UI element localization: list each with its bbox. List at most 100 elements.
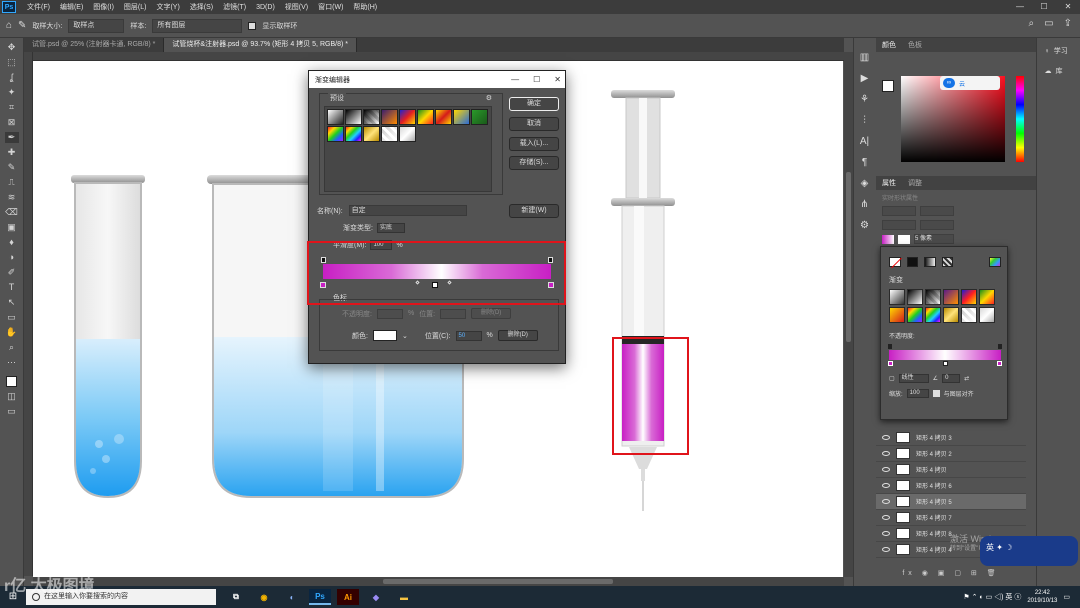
hand-tool-icon[interactable]: ✋	[5, 327, 19, 338]
ime-toolbar[interactable]: 英 ✦ ☽	[980, 536, 1078, 566]
libraries-icon[interactable]: ⚘	[860, 94, 869, 105]
layer-row[interactable]: 矩形 4 拷贝 2	[876, 446, 1026, 462]
browser-icon[interactable]: ◐	[281, 589, 303, 605]
tab-beaker-syringe-doc[interactable]: 试管烧杯&注射器.psd @ 93.7% (矩形 4 拷贝 5, RGB/8) …	[164, 38, 357, 52]
brush-settings-icon[interactable]: ⋔	[860, 199, 868, 210]
menu-image[interactable]: 图像(I)	[88, 2, 119, 12]
delete-stop-button[interactable]: 删除(D)	[497, 330, 538, 341]
eye-icon[interactable]	[882, 483, 890, 488]
marquee-tool-icon[interactable]: ⬚	[5, 57, 19, 68]
shape-tool-icon[interactable]: ▭	[5, 312, 19, 323]
sample-select[interactable]: 所有图层	[152, 18, 243, 33]
width-field[interactable]	[882, 206, 916, 216]
chevron-down-icon[interactable]: ⌄	[402, 332, 408, 340]
tray-icons[interactable]: ⚑ ⌃ ◐ ▭ ◁) 英 ⓢ	[963, 592, 1021, 602]
menu-edit[interactable]: 编辑(E)	[55, 2, 88, 12]
popup-color-stop-right[interactable]	[997, 361, 1002, 366]
close-button[interactable]: ✕	[1056, 0, 1080, 14]
stop-color-chip[interactable]	[372, 330, 397, 341]
eye-icon[interactable]	[882, 435, 890, 440]
preset-swatch[interactable]	[417, 109, 434, 125]
layer-row[interactable]: 矩形 4 拷贝 7	[876, 510, 1026, 526]
tab-test-tube-doc[interactable]: 试管.psd @ 25% (注射器卡通, RGB/8) *	[24, 38, 165, 52]
vertical-scroll-thumb[interactable]	[846, 172, 851, 342]
workspace-icon[interactable]: ▭	[1044, 18, 1053, 29]
photoshop-taskbar-icon[interactable]: Ps	[309, 589, 331, 605]
healing-tool-icon[interactable]: ✚	[5, 147, 19, 158]
dodge-tool-icon[interactable]: ◑	[5, 252, 19, 263]
preset-swatch[interactable]	[363, 109, 380, 125]
menu-layer[interactable]: 图层(L)	[119, 2, 152, 12]
tab-color[interactable]: 颜色	[876, 40, 902, 50]
popup-preset[interactable]	[907, 289, 923, 305]
popup-opacity-stop-right[interactable]	[998, 344, 1002, 349]
menu-help[interactable]: 帮助(H)	[348, 2, 382, 12]
eye-icon[interactable]	[882, 531, 890, 536]
preset-swatch[interactable]	[399, 109, 416, 125]
popup-preset[interactable]	[979, 289, 995, 305]
more-tools-icon[interactable]: ⋯	[5, 357, 19, 368]
search-icon[interactable]: ⌕	[1029, 18, 1035, 29]
home-icon[interactable]: ⌂	[6, 20, 12, 31]
preset-swatch[interactable]	[381, 109, 398, 125]
popup-preset[interactable]	[961, 307, 977, 323]
popup-preset[interactable]	[961, 289, 977, 305]
show-ring-checkbox[interactable]	[248, 21, 257, 30]
hue-slider[interactable]	[1016, 76, 1024, 162]
pen-tool-icon[interactable]: ✐	[5, 267, 19, 278]
horizontal-scroll-thumb[interactable]	[383, 579, 613, 584]
app-icon[interactable]: ◆	[365, 589, 387, 605]
frame-tool-icon[interactable]: ⊠	[5, 117, 19, 128]
fill-solid-button[interactable]	[906, 257, 919, 267]
vertical-scrollbar[interactable]	[844, 52, 853, 577]
preset-swatch[interactable]	[327, 109, 344, 125]
fill-pattern-button[interactable]	[941, 257, 954, 267]
menu-select[interactable]: 选择(S)	[185, 2, 218, 12]
horizontal-scrollbar[interactable]	[33, 577, 844, 586]
tab-adjustments[interactable]: 调整	[902, 178, 928, 188]
clone-source-icon[interactable]: ⚙	[860, 220, 869, 231]
preset-swatch[interactable]	[399, 126, 416, 142]
presets-gear-icon[interactable]: ⚙	[486, 94, 492, 102]
new-button[interactable]: 新建(W)	[509, 204, 559, 218]
move-tool-icon[interactable]: ✥	[5, 42, 19, 53]
preset-swatch[interactable]	[381, 126, 398, 142]
popup-preset[interactable]	[925, 307, 941, 323]
popup-preset[interactable]	[907, 307, 923, 323]
screen-mode-icon[interactable]: ▭	[5, 406, 19, 417]
x-field[interactable]	[882, 220, 916, 230]
eyedropper-icon[interactable]: ✎	[18, 20, 26, 31]
popup-preset[interactable]	[889, 289, 905, 305]
preset-swatch[interactable]	[363, 126, 380, 142]
fill-none-button[interactable]	[889, 257, 901, 267]
popup-preset[interactable]	[925, 289, 941, 305]
tab-properties[interactable]: 属性	[876, 178, 902, 188]
fill-swatch[interactable]	[882, 234, 894, 244]
popup-color-stop-mid[interactable]	[943, 361, 948, 366]
history-icon[interactable]: ▥	[860, 52, 869, 63]
brush-tool-icon[interactable]: ✎	[5, 162, 19, 173]
eye-icon[interactable]	[882, 451, 890, 456]
adjust-icon[interactable]: ⫶	[863, 115, 866, 126]
blur-tool-icon[interactable]: ♦	[5, 237, 19, 248]
crop-tool-icon[interactable]: ⌗	[5, 102, 19, 113]
character-icon[interactable]: A|	[860, 136, 869, 147]
3d-icon[interactable]: ◈	[861, 178, 869, 189]
name-input[interactable]: 自定	[348, 205, 467, 216]
eyedropper-tool-icon[interactable]: ✒	[4, 132, 19, 143]
color-picker-button[interactable]	[989, 257, 1001, 267]
preset-swatch[interactable]	[327, 126, 344, 142]
tab-swatches[interactable]: 色板	[902, 40, 928, 50]
cloud-popup[interactable]: ∞ 云	[940, 76, 1000, 90]
quick-mask-icon[interactable]: ◫	[5, 391, 19, 402]
layers-footer-icons[interactable]: fx ◉ ▣ ▢ ⊞ 🗑	[876, 570, 1026, 578]
paragraph-icon[interactable]: ¶	[862, 157, 867, 168]
task-view-icon[interactable]: ⧉	[225, 589, 247, 605]
type-tool-icon[interactable]: T	[5, 282, 19, 293]
menu-window[interactable]: 窗口(W)	[313, 2, 348, 12]
magic-wand-tool-icon[interactable]: ✦	[5, 87, 19, 98]
illustrator-taskbar-icon[interactable]: Ai	[337, 589, 359, 605]
notification-icon[interactable]: ▭	[1063, 593, 1070, 601]
path-select-icon[interactable]: ↖	[5, 297, 19, 308]
load-button[interactable]: 载入(L)...	[509, 137, 559, 151]
